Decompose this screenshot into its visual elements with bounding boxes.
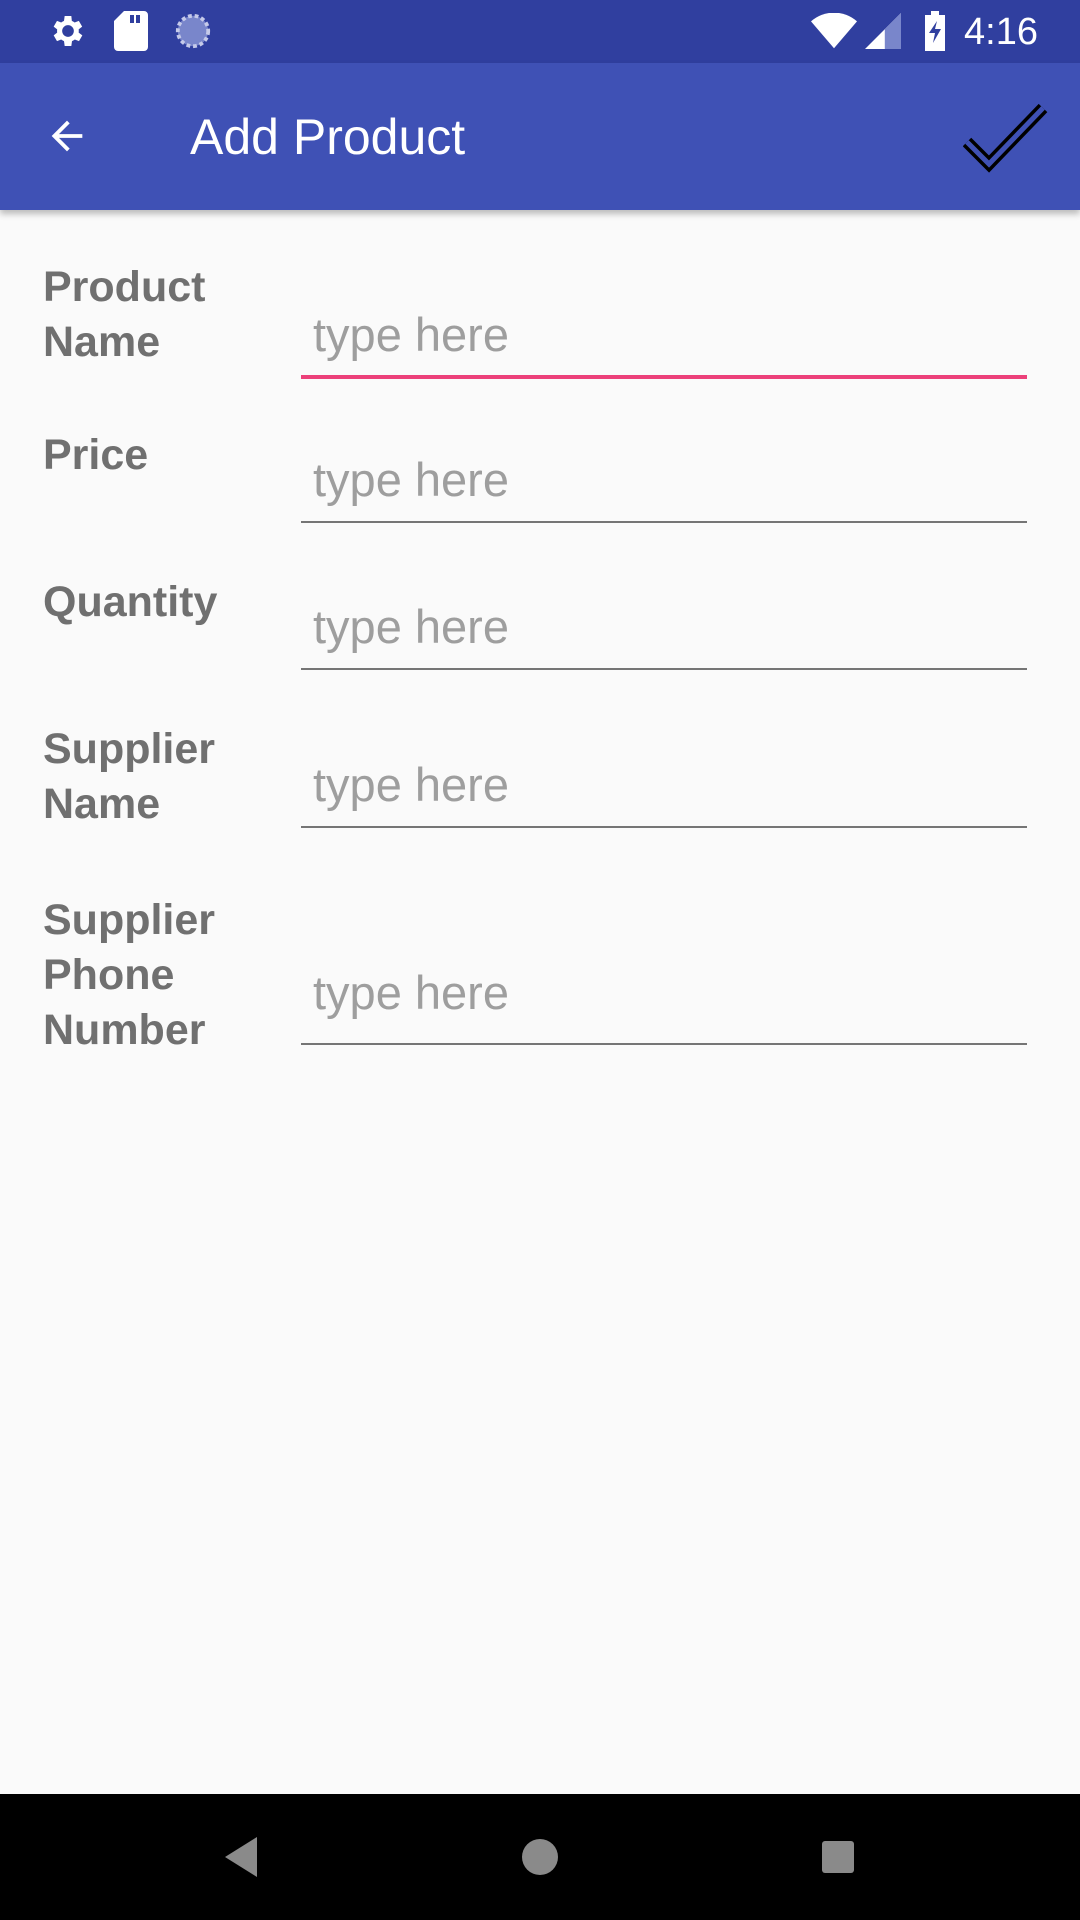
app-bar: Add Product: [0, 63, 1080, 210]
price-input[interactable]: [301, 437, 1027, 523]
nav-back-button[interactable]: [211, 1827, 271, 1887]
signal-icon: [862, 10, 904, 52]
product-name-input[interactable]: [301, 293, 1027, 379]
page-title: Add Product: [190, 109, 466, 165]
back-button[interactable]: [34, 103, 100, 169]
home-circle-icon: [522, 1839, 558, 1875]
quantity-label: Quantity: [43, 578, 218, 626]
status-time: 4:16: [964, 11, 1038, 53]
nav-home-button[interactable]: [510, 1827, 570, 1887]
status-bar: 4:16: [0, 0, 1080, 63]
product-name-label: Product Name: [43, 263, 206, 366]
battery-charging-icon: [914, 10, 956, 52]
wifi-icon: [810, 10, 858, 52]
recents-square-icon: [822, 1841, 854, 1873]
sd-card-icon: [110, 10, 152, 52]
supplier-name-label: Supplier Name: [43, 725, 216, 828]
quantity-input[interactable]: [301, 584, 1027, 670]
supplier-name-input[interactable]: [301, 742, 1027, 828]
system-nav-bar: [0, 1794, 1080, 1920]
gear-icon: [47, 10, 89, 52]
nav-recents-button[interactable]: [808, 1827, 868, 1887]
sync-icon: [172, 10, 214, 52]
checkmark-icon: [963, 103, 1048, 173]
back-triangle-icon: [225, 1837, 257, 1877]
save-button[interactable]: [958, 93, 1054, 183]
add-product-screen: 4:16 Add Product Product Name Price Quan…: [0, 0, 1080, 1920]
supplier-phone-input[interactable]: [301, 941, 1027, 1045]
price-label: Price: [43, 431, 149, 479]
supplier-phone-label: Supplier Phone Number: [43, 896, 216, 1054]
arrow-back-icon: [51, 120, 83, 152]
